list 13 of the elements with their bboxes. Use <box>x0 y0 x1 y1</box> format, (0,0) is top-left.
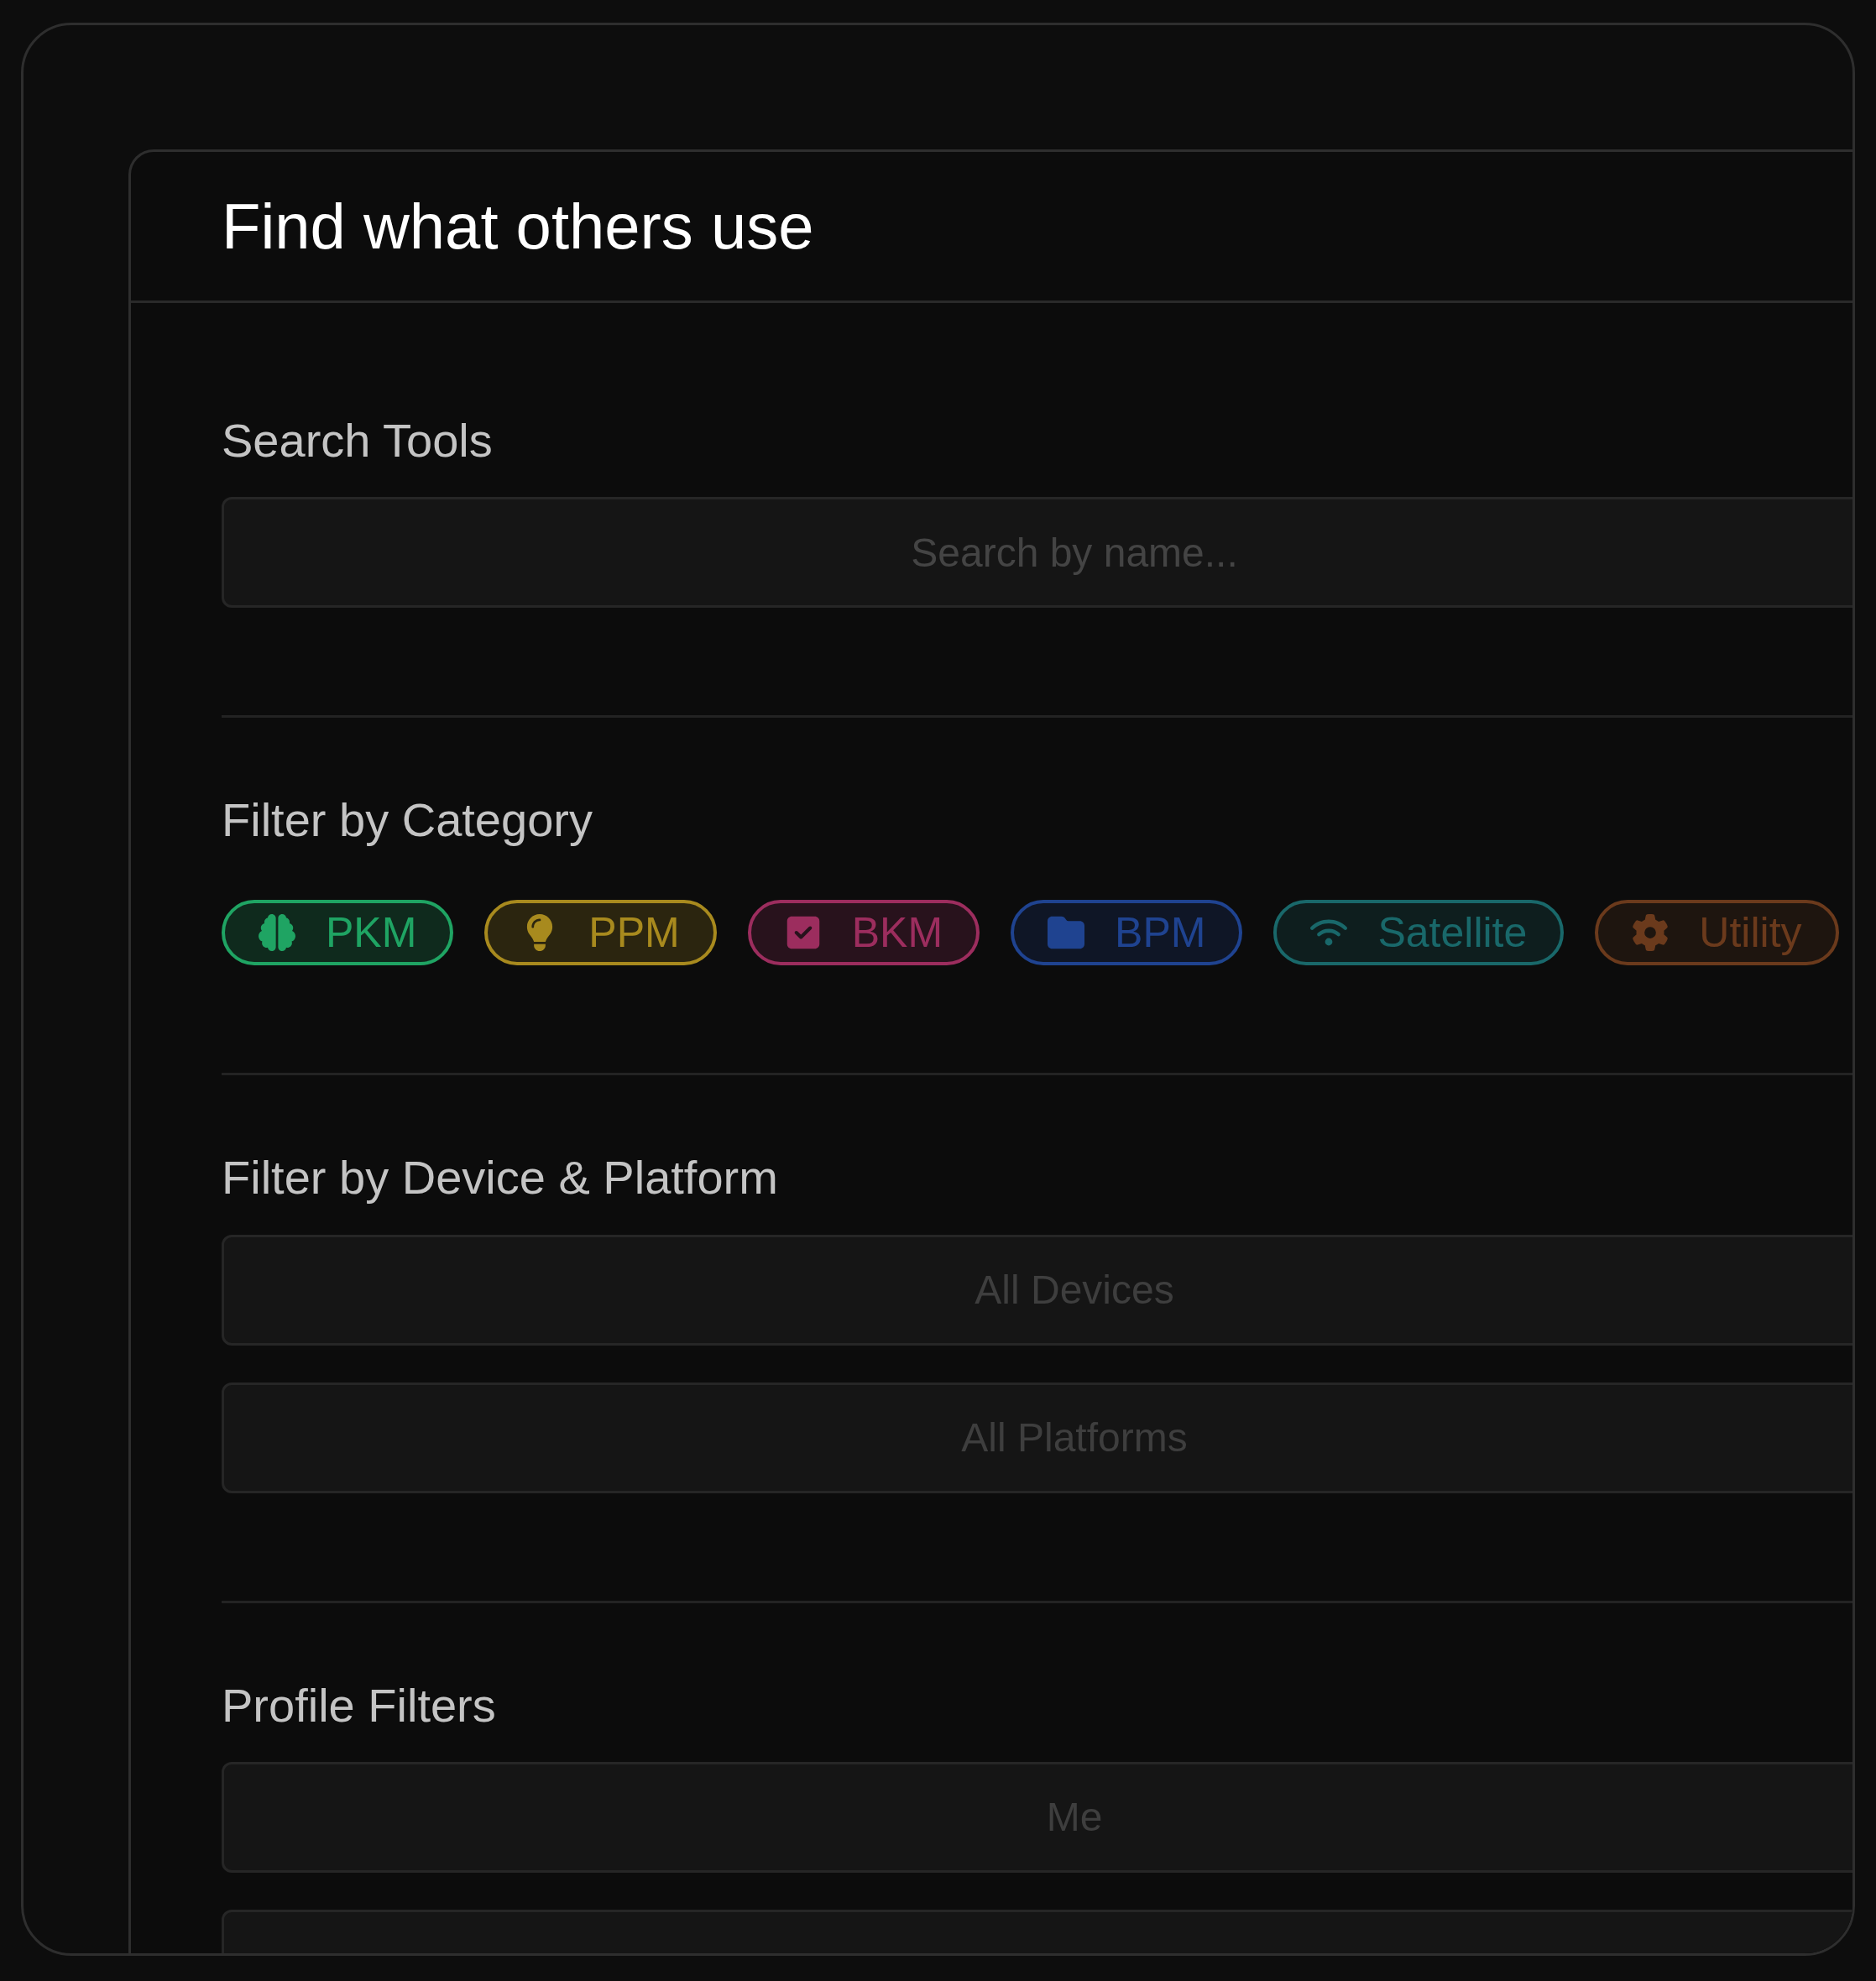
category-chip[interactable]: Satellite <box>1273 900 1565 966</box>
category-chip[interactable]: PPM <box>484 900 717 966</box>
category-chip[interactable]: BKM <box>747 900 980 966</box>
category-chip[interactable]: Utility <box>1595 900 1839 966</box>
section-label: Filter by Device & Platform <box>222 1150 779 1206</box>
gear-icon <box>1632 914 1670 952</box>
section-label: Profile Filters <box>222 1677 497 1733</box>
panel-title: Find what others use <box>222 189 814 264</box>
section-label: Filter by Category <box>222 792 593 849</box>
section-label: Search Tools <box>222 413 494 468</box>
category-chip[interactable]: PKM <box>222 900 454 966</box>
brain-icon <box>259 914 295 952</box>
category-chip[interactable]: BPM <box>1011 900 1243 966</box>
